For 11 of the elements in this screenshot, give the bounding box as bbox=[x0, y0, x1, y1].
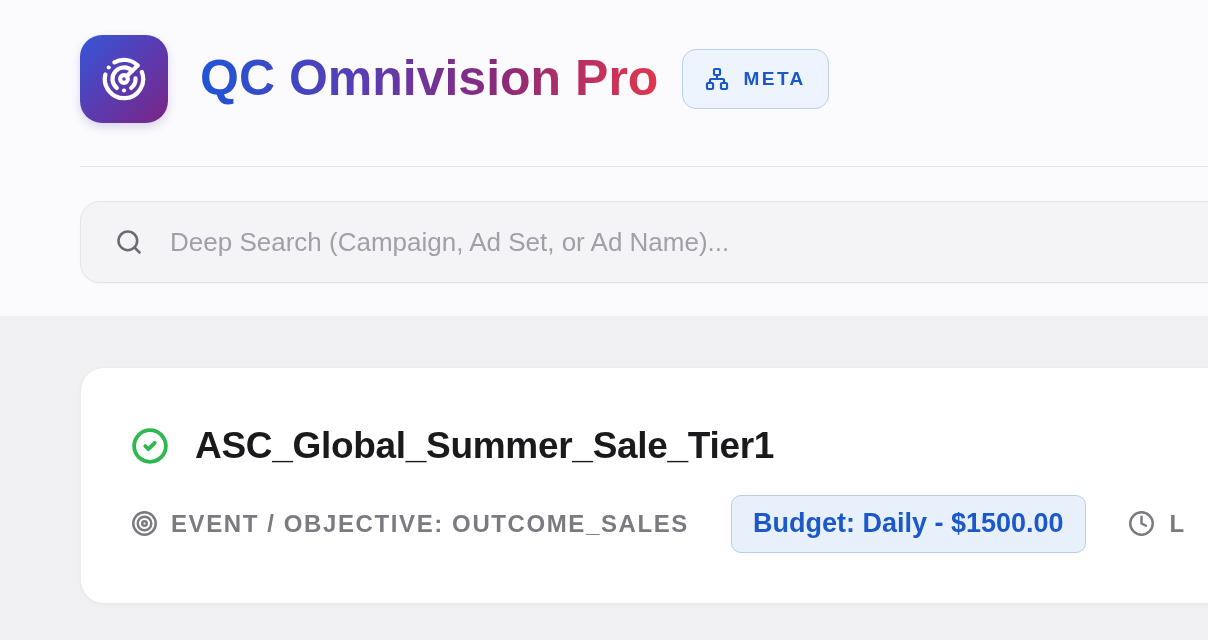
objective-label: EVENT / OBJECTIVE: OUTCOME_SALES bbox=[171, 509, 689, 538]
radar-logo-icon bbox=[80, 35, 168, 123]
search-field[interactable]: Deep Search (Campaign, Ad Set, or Ad Name)... bbox=[80, 201, 1208, 283]
budget-tag: Budget: Daily - $1500.00 bbox=[730, 494, 1086, 553]
clock-icon bbox=[1127, 510, 1155, 538]
platform-label: META bbox=[743, 68, 806, 90]
clock-label: L bbox=[1169, 509, 1185, 538]
campaign-name: ASC_Global_Summer_Sale_Tier1 bbox=[195, 425, 775, 468]
search-icon bbox=[115, 228, 143, 256]
target-icon bbox=[131, 510, 158, 538]
hierarchy-icon bbox=[705, 67, 730, 91]
